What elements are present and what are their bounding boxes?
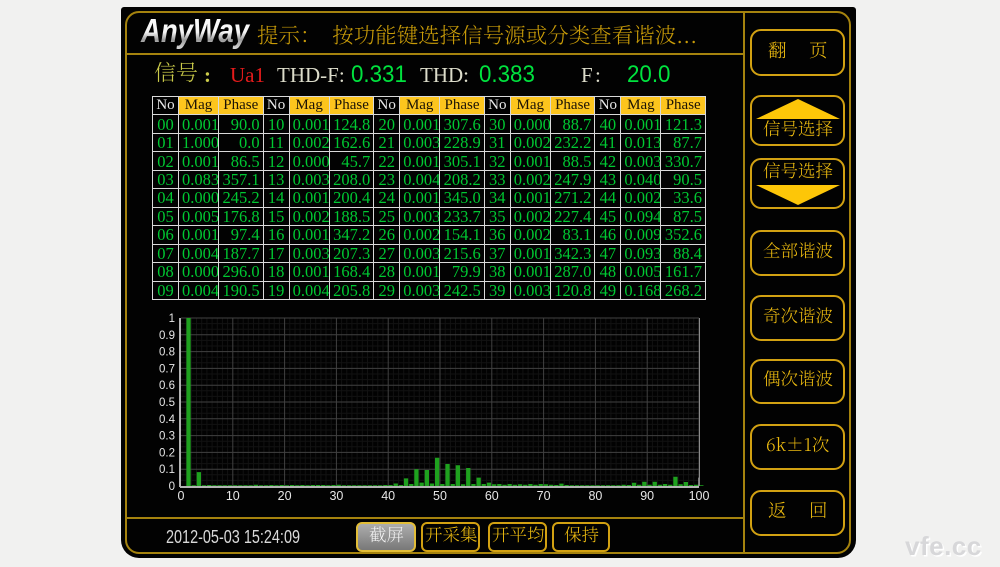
svg-text:0.9: 0.9 — [159, 330, 175, 342]
svg-text:0.8: 0.8 — [159, 347, 175, 359]
svg-text:0.4: 0.4 — [159, 414, 176, 426]
svg-text:0: 0 — [169, 481, 175, 493]
svg-text:0.2: 0.2 — [159, 447, 175, 459]
svg-text:30: 30 — [329, 489, 343, 503]
svg-text:20: 20 — [278, 489, 292, 503]
svg-text:100: 100 — [689, 489, 710, 503]
svg-text:60: 60 — [485, 489, 499, 503]
svg-text:1: 1 — [169, 313, 175, 325]
svg-text:90: 90 — [640, 489, 654, 503]
svg-text:0.1: 0.1 — [159, 464, 175, 476]
svg-text:0.6: 0.6 — [159, 380, 175, 392]
svg-text:40: 40 — [381, 489, 395, 503]
svg-text:10: 10 — [226, 489, 240, 503]
svg-text:50: 50 — [433, 489, 447, 503]
svg-text:AnyWay: AnyWay — [140, 12, 250, 49]
svg-text:0.3: 0.3 — [159, 431, 175, 443]
svg-text:0.5: 0.5 — [159, 397, 175, 409]
svg-text:80: 80 — [588, 489, 602, 503]
svg-text:70: 70 — [537, 489, 551, 503]
svg-text:0.7: 0.7 — [159, 363, 175, 375]
svg-text:0: 0 — [178, 489, 185, 503]
